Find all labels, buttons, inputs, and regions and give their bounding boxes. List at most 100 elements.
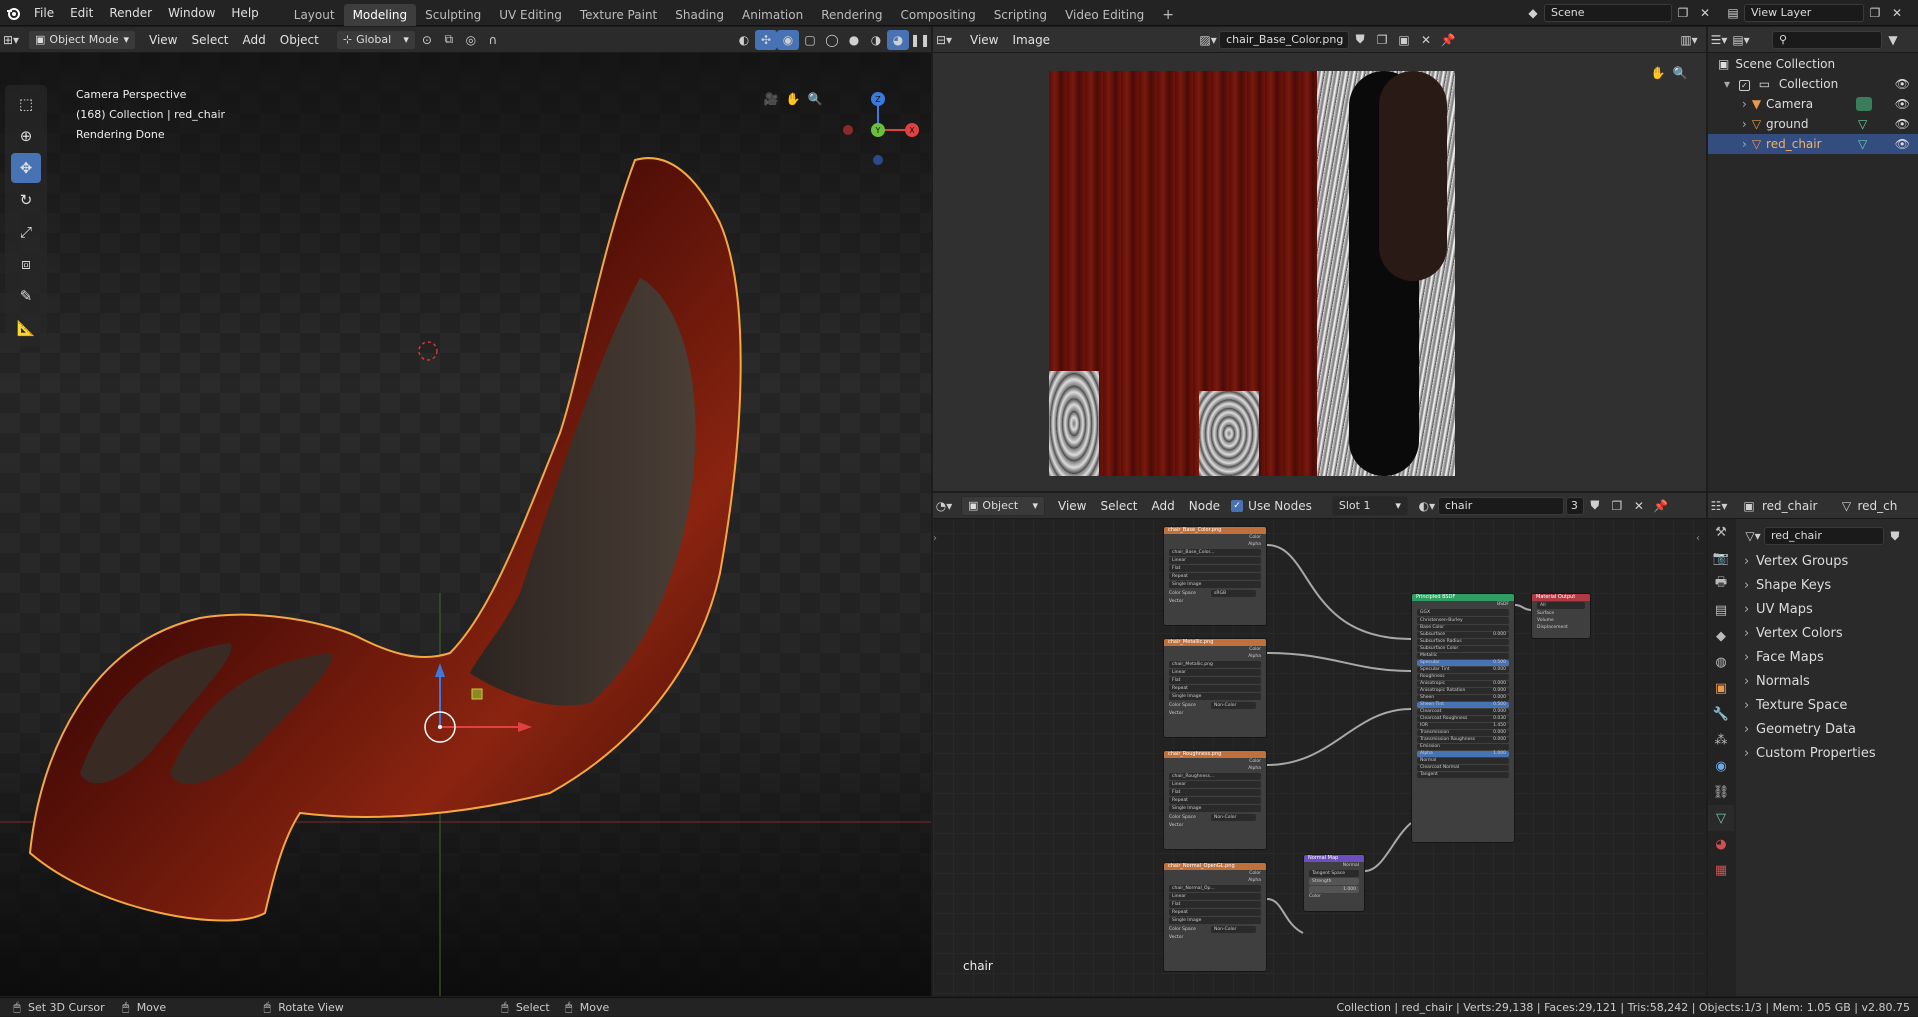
modifier-tab-icon[interactable]: 🔧	[1708, 701, 1734, 727]
bsdf-input-row[interactable]: Emission	[1417, 744, 1509, 750]
bsdf-distribution-field[interactable]: GGX	[1417, 609, 1509, 616]
bsdf-input-row[interactable]: Anisotropic 0.000	[1417, 681, 1509, 687]
texture-interp-field[interactable]: Linear	[1169, 669, 1261, 676]
viewport-canvas[interactable]: Camera Perspective (168) Collection | re…	[0, 53, 931, 996]
texture-projection-field[interactable]: Flat	[1169, 677, 1261, 684]
viewport-menu-view[interactable]: View	[142, 27, 184, 53]
scale-tool-icon[interactable]: ⤢	[11, 217, 41, 247]
mesh-data-icon[interactable]: ▽	[1858, 114, 1867, 134]
texture-cs-field[interactable]: sRGB	[1211, 590, 1256, 597]
pause-render-icon[interactable]: ❚❚	[909, 30, 931, 50]
menu-window[interactable]: Window	[160, 0, 223, 26]
texture-cs-field[interactable]: Non-Color	[1211, 926, 1256, 933]
editor-type-icon[interactable]: ⊞▾	[0, 30, 22, 50]
blender-logo-icon[interactable]	[0, 3, 26, 23]
mesh-data-icon[interactable]: ▽	[1858, 134, 1867, 154]
mesh-fake-user-icon[interactable]: ⛊	[1884, 526, 1906, 546]
tab-sculpting[interactable]: Sculpting	[416, 4, 490, 26]
bsdf-input-row[interactable]: Sheen Tint 0.500	[1417, 702, 1509, 708]
bsdf-input-row[interactable]: IOR 1.450	[1417, 723, 1509, 729]
proportional-edit-icon[interactable]: ◎	[460, 30, 482, 50]
display-mode-icon[interactable]: ▤▾	[1730, 30, 1752, 50]
display-channels-icon[interactable]: ▥▾	[1678, 30, 1700, 50]
falloff-icon[interactable]: ∩	[482, 30, 504, 50]
camera-view-icon[interactable]: 🎥	[760, 89, 782, 109]
tab-layout[interactable]: Layout	[285, 4, 344, 26]
view-layer-field[interactable]: View Layer	[1744, 4, 1864, 22]
bsdf-input-row[interactable]: Alpha 1.000	[1417, 751, 1509, 757]
gizmo-neg-x-ball[interactable]	[843, 125, 853, 135]
orientation-dropdown[interactable]: ⊹ Global ▾	[335, 29, 416, 50]
normal-strength-value[interactable]: 1.000	[1309, 886, 1359, 893]
shading-solid-icon[interactable]: ●	[843, 30, 865, 50]
texture-image-field[interactable]: chair_Metallic.png	[1169, 661, 1261, 668]
viewport-menu-add[interactable]: Add	[236, 27, 273, 53]
particles-tab-icon[interactable]: ⁂	[1708, 727, 1734, 753]
texture-node-normal[interactable]: chair_Normal_OpenGL.png Color Alpha chai…	[1163, 862, 1267, 972]
tab-shading[interactable]: Shading	[666, 4, 733, 26]
outliner-item-red-chair[interactable]: › ▽ red_chair ▽ 👁	[1708, 134, 1918, 154]
gizmo-neg-z-ball[interactable]	[873, 155, 883, 165]
node-editor[interactable]: ◔▾ ▣ Object ▾ View Select Add Node ✓ Use N…	[933, 493, 1706, 996]
texture-interp-field[interactable]: Linear	[1169, 893, 1261, 900]
delete-scene-icon[interactable]: ✕	[1694, 3, 1716, 23]
image-name-field[interactable]: chair_Base_Color.png	[1219, 30, 1350, 49]
bsdf-sss-method-field[interactable]: Christensen-Burley	[1417, 617, 1509, 624]
texture-interp-field[interactable]: Linear	[1169, 781, 1261, 788]
texture-cs-field[interactable]: Non-Color	[1211, 702, 1256, 709]
gizmo-toggle-icon[interactable]: ✣	[755, 29, 777, 50]
image-editor[interactable]: ⊟▾ View Image ▨▾ chair_Base_Color.png ⛊ …	[933, 27, 1706, 491]
bsdf-input-row[interactable]: Specular Tint 0.000	[1417, 667, 1509, 673]
bsdf-input-row[interactable]: Subsurface Color	[1417, 646, 1509, 652]
delete-view-layer-icon[interactable]: ✕	[1886, 3, 1908, 23]
unlink-image-icon[interactable]: ✕	[1415, 30, 1437, 50]
new-view-layer-icon[interactable]: ❐	[1864, 3, 1886, 23]
shading-wireframe-icon[interactable]: ◯	[821, 30, 843, 50]
output-target-field[interactable]: All	[1537, 602, 1585, 609]
bsdf-input-row[interactable]: Anisotropic Rotation 0.000	[1417, 688, 1509, 694]
texture-source-field[interactable]: Single Image	[1169, 917, 1261, 924]
normal-map-node[interactable]: Normal Map Normal Tangent Space Strength…	[1303, 854, 1365, 912]
texture-extension-field[interactable]: Repeat	[1169, 573, 1261, 580]
overlay-toggle-icon[interactable]: ◉	[777, 29, 799, 50]
node-sidebar-toggle-right[interactable]: ‹	[1696, 533, 1700, 544]
texture-source-field[interactable]: Single Image	[1169, 693, 1261, 700]
property-panel[interactable]: Normals	[1738, 670, 1916, 694]
add-workspace-button[interactable]: +	[1153, 4, 1183, 26]
texture-preview[interactable]	[1049, 71, 1455, 476]
rotate-tool-icon[interactable]: ↻	[11, 185, 41, 215]
image-menu-image[interactable]: Image	[1005, 27, 1057, 53]
data-tab-icon[interactable]: ▽	[1708, 805, 1734, 831]
material-output-node[interactable]: Material Output All Surface Volume Displ…	[1531, 593, 1591, 639]
mesh-browse-icon[interactable]: ▽▾	[1742, 526, 1764, 546]
eye-icon[interactable]: 👁	[1895, 134, 1910, 154]
mode-dropdown[interactable]: ▣ Object Mode ▾	[28, 29, 136, 50]
bsdf-input-row[interactable]: Metallic	[1417, 653, 1509, 659]
bsdf-input-row[interactable]: Specular 0.500	[1417, 660, 1509, 666]
pan-view-icon[interactable]: ✋	[782, 89, 804, 109]
property-panel[interactable]: Shape Keys	[1738, 574, 1916, 598]
bsdf-input-row[interactable]: Transmission Roughness 0.000	[1417, 737, 1509, 743]
properties-editor[interactable]: ☷▾ ▣ red_chair ▽ red_ch ⚒ 📷 🖶 ▤ ◆ ◍ ▣ 🔧 …	[1708, 493, 1918, 996]
property-panel[interactable]: Vertex Groups	[1738, 550, 1916, 574]
tab-scripting[interactable]: Scripting	[985, 4, 1056, 26]
eye-icon[interactable]: 👁	[1895, 74, 1910, 94]
physics-tab-icon[interactable]: ◉	[1708, 753, 1734, 779]
bsdf-input-row[interactable]: Clearcoat Roughness 0.030	[1417, 716, 1509, 722]
scene-field[interactable]: Scene	[1544, 4, 1672, 22]
texture-interp-field[interactable]: Linear	[1169, 557, 1261, 564]
world-tab-icon[interactable]: ◍	[1708, 649, 1734, 675]
texture-image-field[interactable]: chair_Roughness...	[1169, 773, 1261, 780]
bsdf-input-row[interactable]: Subsurface 0.000	[1417, 632, 1509, 638]
bsdf-input-row[interactable]: Base Color	[1417, 625, 1509, 631]
bsdf-input-row[interactable]: Clearcoat 0.000	[1417, 709, 1509, 715]
texture-projection-field[interactable]: Flat	[1169, 901, 1261, 908]
texture-projection-field[interactable]: Flat	[1169, 565, 1261, 572]
property-panel[interactable]: UV Maps	[1738, 598, 1916, 622]
new-image-icon[interactable]: ❐	[1371, 30, 1393, 50]
outliner-search-input[interactable]: ⚲	[1772, 30, 1882, 49]
image-editor-type-icon[interactable]: ⊟▾	[933, 30, 955, 50]
image-menu-view[interactable]: View	[963, 27, 1005, 53]
open-image-icon[interactable]: ▣	[1393, 30, 1415, 50]
xray-icon[interactable]: ▢	[799, 30, 821, 50]
